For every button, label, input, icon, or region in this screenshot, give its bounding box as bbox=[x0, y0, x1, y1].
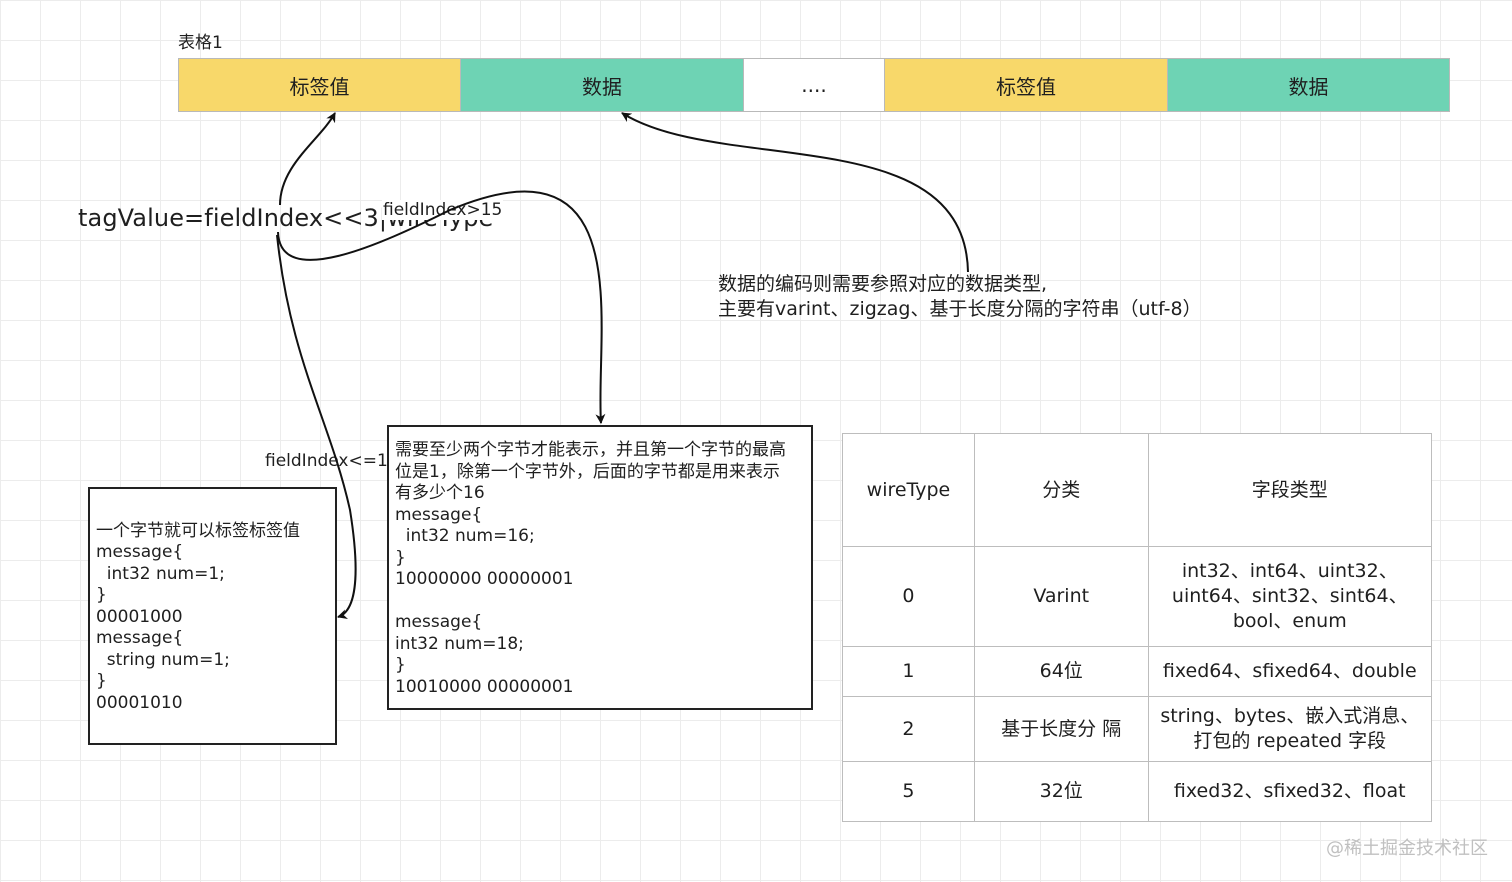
arrow-note-to-data bbox=[621, 112, 969, 273]
cell-field-types: fixed32、sfixed32、float bbox=[1147, 761, 1433, 822]
cell-field-types: fixed64、sfixed64、double bbox=[1147, 646, 1433, 697]
table-row: 0 Varint int32、int64、uint32、 uint64、sint… bbox=[842, 546, 1433, 647]
cell-wiretype: 2 bbox=[842, 696, 975, 762]
table-row: 1 64位 fixed64、sfixed64、double bbox=[842, 646, 1433, 697]
cell-wiretype: 0 bbox=[842, 546, 975, 647]
label-fieldindex-le15: fieldIndex<=15 bbox=[265, 451, 399, 471]
multi-byte-box: 需要至少两个字节才能表示，并且第一个字节的最高 位是1，除第一个字节外，后面的字… bbox=[387, 425, 813, 710]
label-fieldindex-gt15: fieldIndex>15 bbox=[382, 200, 504, 220]
watermark: @稀土掘金技术社区 bbox=[1326, 838, 1488, 859]
table-row: 5 32位 fixed32、sfixed32、float bbox=[842, 761, 1433, 822]
table-header-row: wireType 分类 字段类型 bbox=[842, 433, 1433, 547]
data-encoding-note: 数据的编码则需要参照对应的数据类型, 主要有varint、zigzag、基于长度… bbox=[718, 273, 1202, 320]
cell-category: Varint bbox=[973, 546, 1149, 647]
cell-category: 64位 bbox=[973, 646, 1149, 697]
segment-tag-2: 标签值 bbox=[884, 58, 1168, 112]
segment-ellipsis: .... bbox=[743, 58, 885, 112]
cell-wiretype: 1 bbox=[842, 646, 975, 697]
segment-data-1: 数据 bbox=[460, 58, 744, 112]
single-byte-box: 一个字节就可以标签标签值 message{ int32 num=1; } 000… bbox=[88, 487, 337, 745]
header-wiretype: wireType bbox=[842, 433, 975, 547]
segment-tag-1: 标签值 bbox=[178, 58, 461, 112]
header-field-types: 字段类型 bbox=[1147, 433, 1433, 547]
header-category: 分类 bbox=[973, 433, 1149, 547]
cell-category: 基于长度分 隔 bbox=[973, 696, 1149, 762]
cell-field-types: int32、int64、uint32、 uint64、sint32、sint64… bbox=[1147, 546, 1433, 647]
cell-field-types: string、bytes、嵌入式消息、 打包的 repeated 字段 bbox=[1147, 696, 1433, 762]
cell-wiretype: 5 bbox=[842, 761, 975, 822]
arrow-formula-to-tag bbox=[279, 112, 336, 206]
table-row: 2 基于长度分 隔 string、bytes、嵌入式消息、 打包的 repeat… bbox=[842, 696, 1433, 762]
cell-category: 32位 bbox=[973, 761, 1149, 822]
wiretype-table: wireType 分类 字段类型 0 Varint int32、int64、ui… bbox=[842, 433, 1433, 822]
segment-data-2: 数据 bbox=[1167, 58, 1450, 112]
table-caption: 表格1 bbox=[178, 33, 223, 53]
